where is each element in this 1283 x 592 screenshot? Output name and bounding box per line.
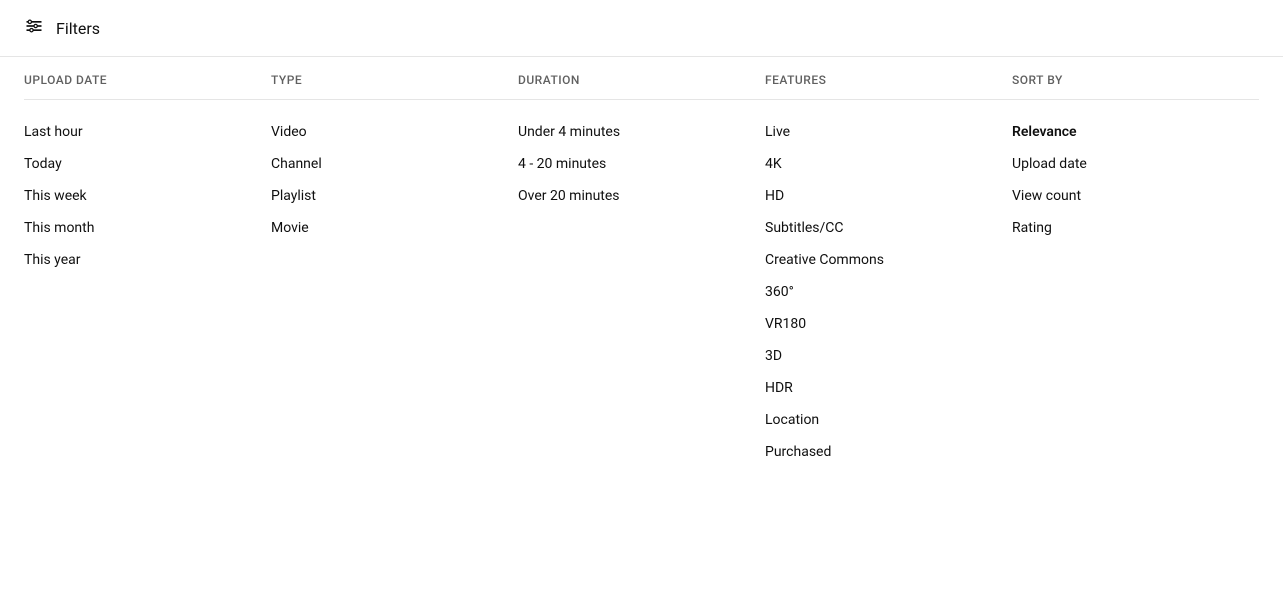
filter-item-sort-by-3[interactable]: Rating	[1012, 212, 1259, 244]
filter-item-duration-2[interactable]: Over 20 minutes	[518, 180, 765, 212]
filter-column-upload-date: UPLOAD DATE Last hourTodayThis weekThis m…	[24, 73, 271, 468]
filter-item-features-9[interactable]: Location	[765, 404, 1012, 436]
filter-item-duration-0[interactable]: Under 4 minutes	[518, 116, 765, 148]
filter-item-features-2[interactable]: HD	[765, 180, 1012, 212]
filter-item-features-10[interactable]: Purchased	[765, 436, 1012, 468]
column-header-type: TYPE	[271, 73, 518, 100]
filter-item-sort-by-2[interactable]: View count	[1012, 180, 1259, 212]
filter-column-type: TYPE VideoChannelPlaylistMovie	[271, 73, 518, 468]
filter-item-upload-date-3[interactable]: This month	[24, 212, 271, 244]
filters-panel: Filters UPLOAD DATE Last hourTodayThis we…	[0, 0, 1283, 484]
filter-item-type-2[interactable]: Playlist	[271, 180, 518, 212]
filter-item-upload-date-4[interactable]: This year	[24, 244, 271, 276]
filter-item-features-6[interactable]: VR180	[765, 308, 1012, 340]
filter-column-sort-by: SORT BY RelevanceUpload dateView countRat…	[1012, 73, 1259, 468]
column-header-features: FEATURES	[765, 73, 1012, 100]
column-header-sort-by: SORT BY	[1012, 73, 1259, 100]
column-header-duration: DURATION	[518, 73, 765, 100]
filter-item-features-7[interactable]: 3D	[765, 340, 1012, 372]
filters-title: Filters	[56, 19, 100, 38]
filter-item-features-4[interactable]: Creative Commons	[765, 244, 1012, 276]
filter-item-features-0[interactable]: Live	[765, 116, 1012, 148]
filter-item-sort-by-1[interactable]: Upload date	[1012, 148, 1259, 180]
filter-item-type-0[interactable]: Video	[271, 116, 518, 148]
filter-item-type-3[interactable]: Movie	[271, 212, 518, 244]
filter-item-upload-date-1[interactable]: Today	[24, 148, 271, 180]
filter-item-features-8[interactable]: HDR	[765, 372, 1012, 404]
filter-item-upload-date-2[interactable]: This week	[24, 180, 271, 212]
filter-item-upload-date-0[interactable]: Last hour	[24, 116, 271, 148]
column-header-upload-date: UPLOAD DATE	[24, 73, 271, 100]
filter-item-features-1[interactable]: 4K	[765, 148, 1012, 180]
filter-column-duration: DURATION Under 4 minutes4 - 20 minutesOve…	[518, 73, 765, 468]
filter-item-sort-by-0[interactable]: Relevance	[1012, 116, 1259, 148]
filter-item-type-1[interactable]: Channel	[271, 148, 518, 180]
filter-item-duration-1[interactable]: 4 - 20 minutes	[518, 148, 765, 180]
filter-item-features-5[interactable]: 360°	[765, 276, 1012, 308]
filters-icon[interactable]	[24, 16, 44, 40]
filter-item-features-3[interactable]: Subtitles/CC	[765, 212, 1012, 244]
filter-column-features: FEATURES Live4KHDSubtitles/CCCreative Com…	[765, 73, 1012, 468]
filter-columns: UPLOAD DATE Last hourTodayThis weekThis m…	[0, 57, 1283, 484]
filters-header: Filters	[0, 0, 1283, 57]
